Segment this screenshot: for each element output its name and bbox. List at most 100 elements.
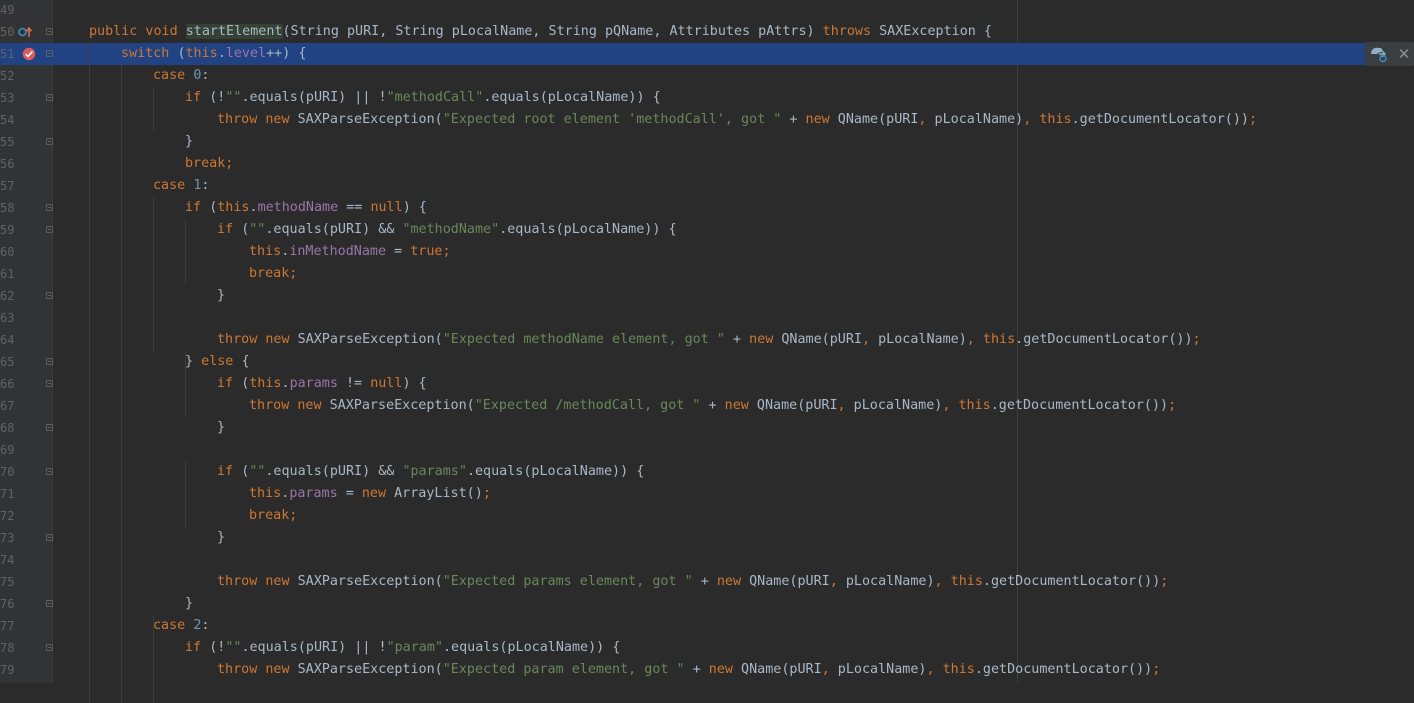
code-line[interactable]: 78 if (!"".equals(pURI) || !"param".equal… bbox=[0, 637, 1414, 659]
code-text[interactable]: this.params = new ArrayList(); bbox=[249, 483, 491, 505]
code-token: this bbox=[249, 244, 282, 259]
fold-marker-icon[interactable] bbox=[46, 50, 53, 57]
line-number: 63 bbox=[0, 311, 15, 325]
code-line[interactable]: 74 bbox=[0, 549, 1414, 571]
code-line[interactable]: 50 public void startElement(String pURI, … bbox=[0, 21, 1414, 43]
code-text[interactable]: } bbox=[217, 417, 225, 439]
code-token: .equals(pLocalName)) { bbox=[466, 464, 645, 479]
code-token: . bbox=[217, 46, 226, 61]
fold-marker-icon[interactable] bbox=[46, 600, 53, 607]
code-text[interactable]: if (!"".equals(pURI) || !"methodCall".eq… bbox=[185, 87, 661, 109]
code-text[interactable]: } bbox=[185, 593, 193, 615]
code-text[interactable]: public void startElement(String pURI, St… bbox=[89, 21, 992, 43]
code-text[interactable]: if (this.params != null) { bbox=[217, 373, 427, 395]
code-line[interactable]: 56 break; bbox=[0, 153, 1414, 175]
code-token: break; bbox=[185, 156, 234, 171]
fold-marker-icon[interactable] bbox=[46, 28, 53, 35]
code-text[interactable]: throw new SAXParseException("Expected /m… bbox=[249, 395, 1176, 417]
code-token: .getDocumentLocator()) bbox=[1071, 112, 1249, 127]
code-line[interactable]: 69 bbox=[0, 439, 1414, 461]
reload-changes-icon[interactable] bbox=[1369, 45, 1389, 63]
code-text[interactable]: } bbox=[185, 131, 193, 153]
code-token: public void bbox=[89, 24, 186, 39]
code-token: , bbox=[829, 574, 846, 589]
line-number: 79 bbox=[0, 663, 15, 677]
code-text[interactable]: throw new SAXParseException("Expected ro… bbox=[217, 109, 1257, 131]
code-line[interactable]: 77 case 2: bbox=[0, 615, 1414, 637]
code-token: case bbox=[153, 68, 194, 83]
fold-marker-icon[interactable] bbox=[46, 380, 53, 387]
code-text[interactable]: break; bbox=[249, 505, 297, 527]
code-line[interactable]: 75 throw new SAXParseException("Expected … bbox=[0, 571, 1414, 593]
code-line[interactable]: 76} bbox=[0, 593, 1414, 615]
code-line[interactable]: 65} else { bbox=[0, 351, 1414, 373]
fold-marker-icon[interactable] bbox=[46, 138, 53, 145]
code-line[interactable]: 51 switch (this.level++) { bbox=[0, 43, 1414, 65]
override-method-icon[interactable] bbox=[18, 26, 33, 38]
code-text[interactable]: } else { bbox=[185, 351, 250, 373]
code-line[interactable]: 54 throw new SAXParseException("Expected … bbox=[0, 109, 1414, 131]
code-text[interactable]: if ("".equals(pURI) && "params".equals(p… bbox=[217, 461, 644, 483]
code-line[interactable]: 73} bbox=[0, 527, 1414, 549]
breakpoint-icon[interactable] bbox=[22, 47, 36, 61]
code-text[interactable]: } bbox=[217, 527, 225, 549]
code-token: ; bbox=[1168, 398, 1177, 413]
fold-marker-icon[interactable] bbox=[46, 94, 53, 101]
code-text[interactable]: if (!"".equals(pURI) || !"param".equals(… bbox=[185, 637, 620, 659]
code-text[interactable]: case 1: bbox=[153, 175, 209, 197]
code-line[interactable]: 58 if (this.methodName == null) { bbox=[0, 197, 1414, 219]
code-line[interactable]: 71 this.params = new ArrayList(); bbox=[0, 483, 1414, 505]
code-token: , bbox=[926, 662, 943, 677]
code-text[interactable]: case 2: bbox=[153, 615, 209, 637]
code-text[interactable]: if ("".equals(pURI) && "methodName".equa… bbox=[217, 219, 677, 241]
code-token: "Expected params element, got " bbox=[442, 574, 693, 589]
code-text[interactable]: if (this.methodName == null) { bbox=[185, 197, 427, 219]
fold-marker-icon[interactable] bbox=[46, 424, 53, 431]
code-text[interactable]: throw new SAXParseException("Expected me… bbox=[217, 329, 1201, 351]
code-text[interactable]: switch (this.level++) { bbox=[121, 43, 306, 65]
code-token: , bbox=[1023, 112, 1040, 127]
fold-marker-icon[interactable] bbox=[46, 644, 53, 651]
code-text[interactable]: break; bbox=[249, 263, 297, 285]
code-line[interactable]: 68} bbox=[0, 417, 1414, 439]
code-line[interactable]: 70 if ("".equals(pURI) && "params".equals… bbox=[0, 461, 1414, 483]
code-text[interactable]: break; bbox=[185, 153, 233, 175]
line-number: 61 bbox=[0, 267, 15, 281]
code-text[interactable]: throw new SAXParseException("Expected pa… bbox=[217, 571, 1168, 593]
close-icon[interactable]: ✕ bbox=[1395, 43, 1413, 65]
code-token: SAXParseException( bbox=[297, 574, 443, 589]
code-text[interactable]: throw new SAXParseException("Expected pa… bbox=[217, 659, 1160, 681]
code-text[interactable]: this.inMethodName = true; bbox=[249, 241, 451, 263]
code-token: SAXParseException( bbox=[297, 112, 443, 127]
code-line[interactable]: 52 case 0: bbox=[0, 65, 1414, 87]
code-line[interactable]: 55} bbox=[0, 131, 1414, 153]
code-line[interactable]: 79 throw new SAXParseException("Expected … bbox=[0, 659, 1414, 681]
fold-marker-icon[interactable] bbox=[46, 292, 53, 299]
code-token: "Expected root element 'methodCall', got… bbox=[442, 112, 782, 127]
code-line[interactable]: 61 break; bbox=[0, 263, 1414, 285]
fold-marker-icon[interactable] bbox=[46, 358, 53, 365]
fold-marker-icon[interactable] bbox=[46, 468, 53, 475]
code-line[interactable]: 63 bbox=[0, 307, 1414, 329]
code-token: .equals(pURI) && bbox=[265, 222, 403, 237]
code-line[interactable]: 49 bbox=[0, 0, 1414, 21]
code-line[interactable]: 59 if ("".equals(pURI) && "methodName".eq… bbox=[0, 219, 1414, 241]
code-line[interactable]: 66 if (this.params != null) { bbox=[0, 373, 1414, 395]
indent-guide bbox=[153, 197, 154, 351]
code-line[interactable]: 64 throw new SAXParseException("Expected … bbox=[0, 329, 1414, 351]
code-line[interactable]: 72 break; bbox=[0, 505, 1414, 527]
code-token: + bbox=[781, 112, 806, 127]
indent-guide bbox=[153, 87, 154, 131]
fold-marker-icon[interactable] bbox=[46, 534, 53, 541]
code-line[interactable]: 67 throw new SAXParseException("Expected … bbox=[0, 395, 1414, 417]
code-line[interactable]: 62} bbox=[0, 285, 1414, 307]
code-line[interactable]: 60 this.inMethodName = true; bbox=[0, 241, 1414, 263]
code-text[interactable]: } bbox=[217, 285, 225, 307]
fold-marker-icon[interactable] bbox=[46, 204, 53, 211]
fold-marker-icon[interactable] bbox=[46, 226, 53, 233]
code-token: QName(pURI bbox=[749, 574, 830, 589]
code-text[interactable]: case 0: bbox=[153, 65, 209, 87]
code-token: true; bbox=[410, 244, 451, 259]
code-line[interactable]: 53 if (!"".equals(pURI) || !"methodCall".… bbox=[0, 87, 1414, 109]
code-line[interactable]: 57 case 1: bbox=[0, 175, 1414, 197]
